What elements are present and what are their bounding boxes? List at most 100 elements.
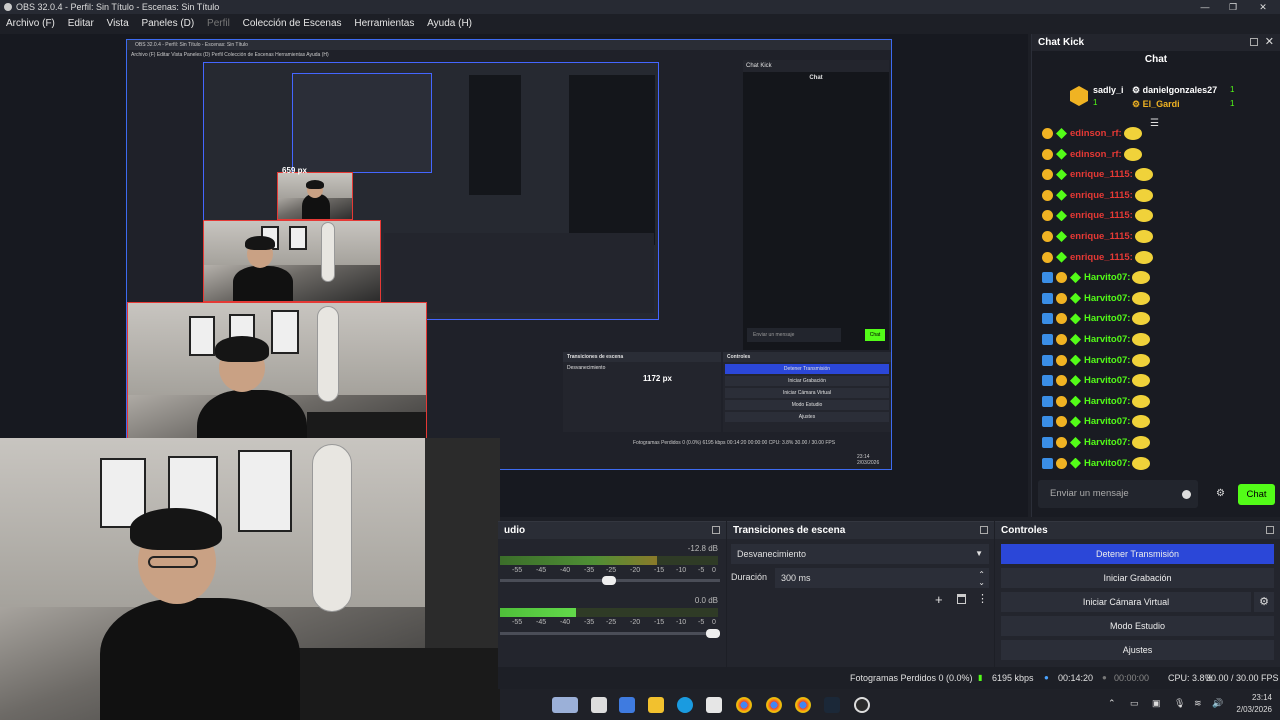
- menu-paneles[interactable]: Paneles (D): [141, 14, 194, 34]
- duration-spinbox[interactable]: 300 ms ⌃ ⌄: [775, 568, 989, 588]
- spin-down-icon[interactable]: ⌄: [978, 573, 985, 593]
- undock-icon[interactable]: [712, 526, 720, 534]
- size-label-659: 659 px: [282, 166, 307, 175]
- chat-username[interactable]: Harvito07:: [1084, 272, 1130, 283]
- chrome-icon-3[interactable]: [795, 697, 811, 713]
- nested-controls-title: Controles: [723, 352, 891, 362]
- store-icon[interactable]: [706, 697, 722, 713]
- audio-mixer-dock: udio -12.8 dB -55 -45 -40 -35 -25 -20 -15 -10 -5…: [498, 521, 726, 667]
- edge-icon[interactable]: [677, 697, 693, 713]
- menu-vista[interactable]: Vista: [107, 14, 129, 34]
- chat-input[interactable]: Enviar un mensaje: [1038, 480, 1198, 508]
- top-user-2-name[interactable]: ⚙ danielgonzales27: [1132, 85, 1217, 96]
- top-user-1-name[interactable]: sadly_i: [1093, 85, 1124, 95]
- start-recording-button[interactable]: Iniciar Grabación: [1001, 568, 1274, 588]
- menu-herramientas[interactable]: Herramientas: [354, 14, 414, 34]
- chat-username[interactable]: Harvito07:: [1084, 396, 1130, 407]
- menu-ayuda[interactable]: Ayuda (H): [427, 14, 472, 34]
- app-icon-photos[interactable]: [619, 697, 635, 713]
- emoji-picker-icon[interactable]: [1182, 490, 1191, 499]
- filter-icon[interactable]: ☰: [1150, 118, 1159, 129]
- chat-username[interactable]: Harvito07:: [1084, 334, 1130, 345]
- undock-icon[interactable]: [1266, 526, 1274, 534]
- record-icon: ●: [1102, 673, 1107, 682]
- gift-badge-icon: [1056, 230, 1067, 242]
- chat-username[interactable]: Harvito07:: [1084, 437, 1130, 448]
- chat-message: edinson_rf:: [1042, 147, 1142, 163]
- settings-button[interactable]: Ajustes: [1001, 640, 1274, 660]
- verified-badge-icon: [1042, 313, 1053, 325]
- start-virtual-camera-button[interactable]: Iniciar Cámara Virtual: [1001, 592, 1251, 612]
- nested-display-capture[interactable]: OBS 32.0.4 - Perfil: Sin Título - Escena…: [126, 39, 892, 470]
- minimize-button[interactable]: —: [1190, 0, 1220, 14]
- sub-badge-icon: [1056, 292, 1067, 304]
- stop-streaming-button[interactable]: Detener Transmisión: [1001, 544, 1274, 564]
- chat-username[interactable]: Harvito07:: [1084, 416, 1130, 427]
- virtual-camera-settings-icon[interactable]: ⚙: [1254, 592, 1274, 612]
- nested-chat-title: Chat Kick: [743, 60, 889, 72]
- tray-icon-1[interactable]: ▭: [1130, 698, 1139, 709]
- chat-username[interactable]: edinson_rf:: [1070, 128, 1122, 139]
- task-view-icon[interactable]: [591, 697, 607, 713]
- chat-username[interactable]: enrique_1115:: [1070, 169, 1133, 180]
- menu-coleccion-escenas[interactable]: Colección de Escenas: [243, 14, 342, 34]
- menu-perfil[interactable]: Perfil: [207, 14, 230, 34]
- chrome-icon-2[interactable]: [766, 697, 782, 713]
- emote-icon: [1132, 435, 1151, 449]
- chat-message: enrique_1115:: [1042, 167, 1153, 183]
- sub-badge-icon: [1056, 395, 1067, 407]
- tray-icon-2[interactable]: ▣: [1152, 698, 1161, 709]
- undock-icon[interactable]: [980, 526, 988, 534]
- chat-username[interactable]: enrique_1115:: [1070, 210, 1133, 221]
- more-options-icon[interactable]: ⋮: [977, 592, 988, 605]
- chat-username[interactable]: enrique_1115:: [1070, 231, 1133, 242]
- studio-mode-button[interactable]: Modo Estudio: [1001, 616, 1274, 636]
- chat-username[interactable]: edinson_rf:: [1070, 149, 1122, 160]
- chat-send-button[interactable]: Chat: [1238, 484, 1275, 505]
- trash-icon[interactable]: [957, 594, 966, 604]
- close-dock-icon[interactable]: ✕: [1265, 35, 1274, 48]
- obs-taskbar-icon[interactable]: [854, 697, 870, 713]
- nested-chat-input[interactable]: Enviar un mensaje: [747, 328, 841, 342]
- verified-badge-icon: [1042, 395, 1053, 407]
- sub-badge-icon: [1042, 230, 1053, 242]
- chat-username[interactable]: Harvito07:: [1084, 355, 1130, 366]
- chat-username[interactable]: Harvito07:: [1084, 375, 1130, 386]
- size-label-1172: 1172 px: [643, 374, 672, 383]
- clock-time[interactable]: 23:14: [1236, 693, 1272, 702]
- chrome-icon[interactable]: [736, 697, 752, 713]
- file-explorer-icon[interactable]: [648, 697, 664, 713]
- clock-date[interactable]: 2/03/2026: [1226, 705, 1272, 714]
- chat-settings-icon[interactable]: ⚙: [1216, 488, 1225, 499]
- top-user-3-name[interactable]: ⚙ El_Gardi: [1132, 99, 1180, 110]
- chat-username[interactable]: Harvito07:: [1084, 458, 1130, 469]
- steam-icon[interactable]: [824, 697, 840, 713]
- menu-archivo[interactable]: Archivo (F): [6, 14, 55, 34]
- maximize-button[interactable]: ❐: [1218, 0, 1248, 14]
- chat-username[interactable]: Harvito07:: [1084, 313, 1130, 324]
- track1-slider-handle[interactable]: [602, 576, 616, 585]
- mic-icon[interactable]: 🎙: [1174, 698, 1185, 709]
- wifi-icon[interactable]: ≋: [1194, 698, 1202, 709]
- widgets-icon[interactable]: [552, 697, 578, 713]
- menu-editar[interactable]: Editar: [68, 14, 94, 34]
- volume-icon[interactable]: 🔊: [1212, 698, 1223, 709]
- track2-db: 0.0 dB: [694, 596, 718, 605]
- top-user-2-count: 1: [1230, 85, 1235, 94]
- chat-username[interactable]: enrique_1115:: [1070, 190, 1133, 201]
- transition-select[interactable]: Desvanecimiento ▼: [731, 544, 989, 564]
- tray-chevron-icon[interactable]: ⌃: [1108, 698, 1116, 709]
- track2-slider[interactable]: [500, 629, 720, 638]
- track2-slider-handle[interactable]: [706, 629, 720, 638]
- chat-username[interactable]: Harvito07:: [1084, 293, 1130, 304]
- nested-display-level3: [292, 73, 432, 173]
- track2-scale: -55 -45 -40 -35 -25 -20 -15 -10 -5 0: [512, 619, 716, 626]
- chat-message: Harvito07:: [1042, 414, 1151, 430]
- nested-chat-send[interactable]: Chat: [865, 329, 885, 341]
- transitions-dock: Transiciones de escena Desvanecimiento ▼…: [727, 521, 994, 667]
- chat-username[interactable]: enrique_1115:: [1070, 252, 1133, 263]
- undock-icon[interactable]: [1250, 38, 1258, 46]
- add-transition-icon[interactable]: +: [935, 592, 943, 607]
- track1-slider[interactable]: [500, 576, 720, 585]
- close-button[interactable]: ✕: [1248, 0, 1278, 14]
